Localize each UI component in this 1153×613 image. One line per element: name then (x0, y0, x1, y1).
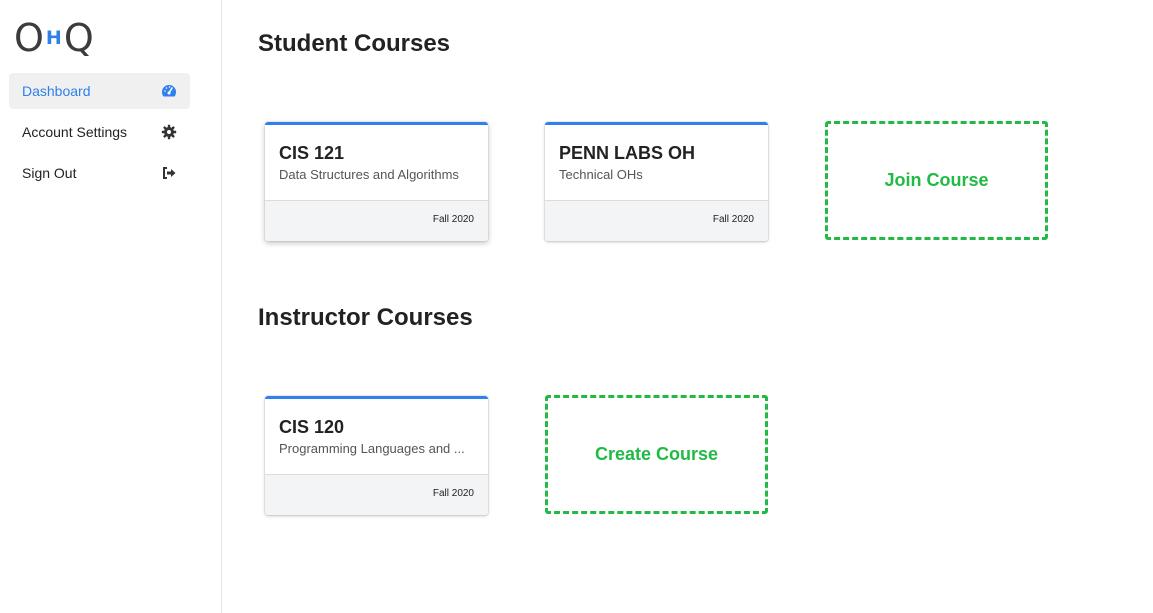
course-name: Programming Languages and ... (279, 441, 465, 456)
sidebar-item-label: Account Settings (22, 124, 128, 140)
sidebar-item-label: Sign Out (22, 165, 77, 181)
logo-letter-h: H (45, 27, 62, 49)
dashboard-gauge-icon (161, 83, 177, 99)
sidebar-item-sign-out[interactable]: Sign Out (9, 155, 190, 191)
course-code: PENN LABS OH (559, 143, 696, 163)
create-course-button[interactable]: Create Course (545, 395, 768, 514)
app-logo[interactable]: O H Q (14, 18, 94, 58)
sidebar-item-label: Dashboard (22, 83, 91, 99)
course-name: Technical OHs (559, 167, 643, 182)
course-term: Fall 2020 (432, 214, 474, 225)
sidebar: O H Q Dashboard Account Settings Sign Ou… (0, 0, 222, 613)
gear-icon (161, 124, 177, 140)
course-card-cis-121[interactable]: CIS 121 Data Structures and Algorithms F… (265, 122, 488, 241)
sidebar-item-dashboard[interactable]: Dashboard (9, 73, 190, 109)
course-term: Fall 2020 (712, 214, 754, 225)
join-course-button[interactable]: Join Course (825, 121, 1048, 240)
logo-letter-q: Q (63, 16, 94, 60)
instructor-courses-heading: Instructor Courses (258, 304, 473, 331)
course-code: CIS 120 (279, 417, 345, 437)
sidebar-item-account-settings[interactable]: Account Settings (9, 114, 190, 150)
course-card-penn-labs-oh[interactable]: PENN LABS OH Technical OHs Fall 2020 (545, 122, 768, 241)
student-courses-heading: Student Courses (258, 30, 451, 57)
course-card-footer: Fall 2020 (265, 200, 488, 241)
course-card-footer: Fall 2020 (265, 474, 488, 515)
course-code: CIS 121 (279, 143, 345, 163)
logo-letter-o: O (14, 16, 44, 60)
course-card-cis-120[interactable]: CIS 120 Programming Languages and ... Fa… (265, 396, 488, 515)
course-name: Data Structures and Algorithms (279, 167, 459, 182)
course-card-footer: Fall 2020 (545, 200, 768, 241)
sign-out-icon (161, 165, 177, 181)
course-term: Fall 2020 (432, 488, 474, 499)
